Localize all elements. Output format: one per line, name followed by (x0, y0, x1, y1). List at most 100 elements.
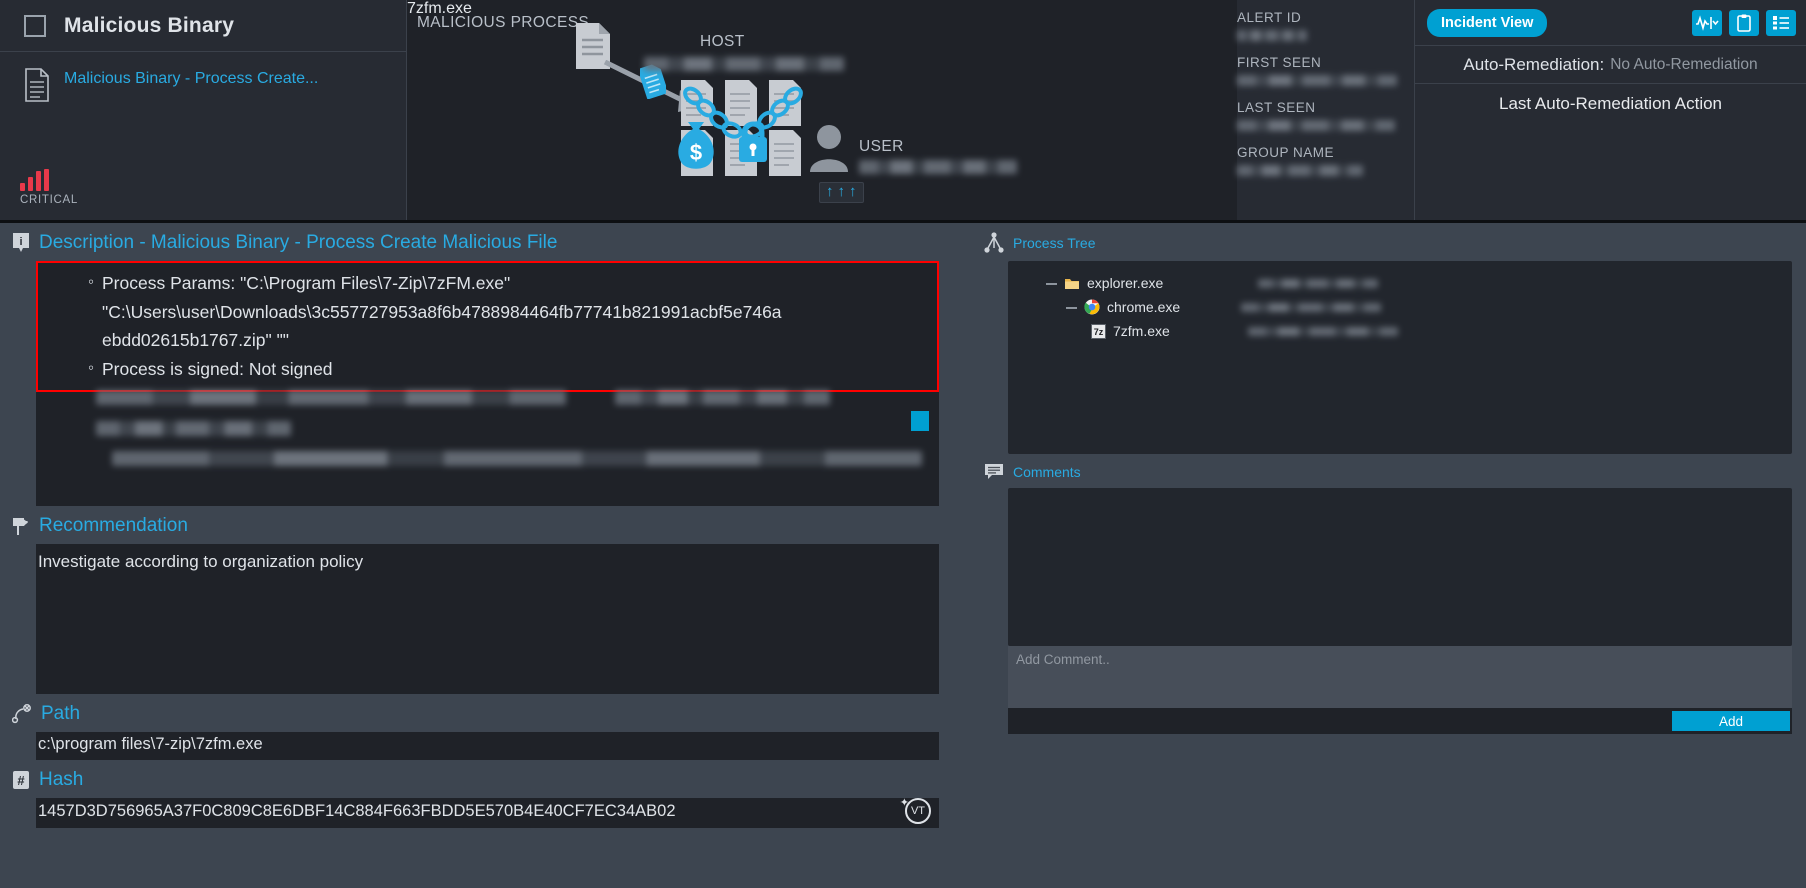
tree-node-label: explorer.exe (1087, 275, 1164, 291)
folder-icon (1065, 279, 1079, 289)
alert-subtitle-row: Malicious Binary - Process Create... (0, 52, 406, 169)
user-value-redacted (859, 160, 1017, 174)
attack-diagram: MALICIOUS PROCESS 7zfm.exe HOST $ USER ↑… (407, 0, 1237, 220)
meta-key: ALERT ID (1237, 10, 1302, 25)
process-tree-title: Process Tree (1013, 235, 1096, 251)
meta-value-redacted (1237, 75, 1397, 86)
add-comment-button[interactable]: Add (1672, 711, 1790, 731)
alert-title-row: Malicious Binary (0, 0, 406, 52)
meta-item: GROUP NAME (1237, 145, 1414, 181)
list-icon[interactable] (1766, 9, 1796, 36)
path-title: Path (41, 703, 81, 724)
tree-node-chrome[interactable]: chrome.exe (1008, 295, 1792, 319)
tree-meta-redacted (1241, 302, 1381, 312)
tree-meta-redacted (1258, 278, 1378, 288)
meta-value-redacted (1237, 30, 1307, 41)
host-value-redacted (644, 57, 844, 71)
svg-text:$: $ (690, 140, 702, 165)
tree-node-7zfm[interactable]: 7z 7zfm.exe (1008, 319, 1792, 343)
auto-remediation-value: No Auto-Remediation (1610, 55, 1758, 73)
comments-footer: Add (1008, 708, 1792, 734)
svg-text:7z: 7z (1094, 327, 1104, 337)
recommendation-panel: Investigate according to organization po… (36, 544, 939, 694)
add-comment-input[interactable]: Add Comment.. (1008, 646, 1792, 708)
last-auto-remediation-row[interactable]: Last Auto-Remediation Action (1415, 84, 1806, 124)
svg-text:#: # (17, 773, 25, 788)
incident-view-button[interactable]: Incident View (1427, 8, 1548, 37)
recommendation-flag-icon (13, 518, 28, 535)
process-tree-header: Process Tree (978, 223, 1792, 261)
left-column: i Description - Malicious Binary - Proce… (0, 223, 958, 888)
actions-panel: Incident View Auto-Remediation: No Auto-… (1414, 0, 1806, 220)
process-tree-panel: explorer.exe chrome.exe 7z 7zfm.exe (1008, 261, 1792, 454)
severity-indicator: CRITICAL (0, 169, 406, 220)
alert-subtitle-link[interactable]: Malicious Binary - Process Create... (64, 68, 318, 169)
hash-title: Hash (39, 769, 84, 790)
sevenzip-icon: 7z (1091, 323, 1106, 339)
collapse-toggle-icon[interactable] (1066, 302, 1077, 313)
detail-body: i Description - Malicious Binary - Proce… (0, 223, 1806, 888)
padlock-icon (739, 121, 767, 162)
clipboard-icon[interactable] (1729, 9, 1759, 36)
chrome-icon (1084, 299, 1100, 315)
user-label: USER (859, 138, 904, 155)
add-comment-placeholder: Add Comment.. (1016, 652, 1110, 667)
virustotal-badge[interactable]: VT (905, 798, 931, 824)
meta-item: FIRST SEEN (1237, 55, 1414, 91)
comments-title: Comments (1013, 464, 1081, 480)
list-item: ebdd02615b1767.zip" "" (102, 330, 289, 350)
redacted-line (96, 420, 291, 436)
path-node-icon (12, 704, 31, 724)
severity-bars-icon (20, 169, 382, 191)
collapse-toggle-icon[interactable] (1046, 278, 1057, 289)
description-panel: Process Params: "C:\Program Files\7-Zip\… (36, 261, 939, 506)
incident-detail-page: Malicious Binary Malicious Binary - Proc… (0, 0, 1806, 888)
list-item: Process Params: "C:\Program Files\7-Zip\… (36, 268, 939, 298)
comment-bubble-icon (985, 464, 1003, 479)
alert-select-checkbox[interactable] (24, 14, 46, 37)
tree-node-label: chrome.exe (1107, 299, 1181, 315)
comments-header: Comments (978, 454, 1792, 488)
meta-item: ALERT ID (1237, 10, 1414, 46)
description-list: Process Params: "C:\Program Files\7-Zip\… (36, 261, 939, 475)
hash-header: # Hash (0, 760, 958, 798)
malicious-process-label: MALICIOUS PROCESS (417, 14, 590, 31)
toolbar-icons (1692, 9, 1796, 36)
description-scroll-thumb[interactable] (911, 411, 929, 431)
alert-header: Malicious Binary Malicious Binary - Proc… (0, 0, 1806, 223)
hash-value: 1457D3D756965A37F0C809C8E6DBF14C884F663F… (38, 802, 676, 820)
path-header: Path (0, 694, 958, 732)
tree-meta-redacted (1248, 326, 1398, 336)
auto-remediation-row: Auto-Remediation: No Auto-Remediation (1415, 46, 1806, 84)
list-item: Process is signed: Not signed (36, 354, 939, 384)
comments-list-panel (1008, 488, 1792, 646)
meta-item: LAST SEEN (1237, 100, 1414, 136)
document-icon (24, 68, 50, 102)
list-item: "C:\Users\user\Downloads\3c557727953a8f6… (102, 301, 782, 322)
last-auto-remediation-label: Last Auto-Remediation Action (1498, 94, 1723, 113)
info-icon: i (13, 233, 29, 252)
meta-value-redacted (1237, 165, 1363, 176)
column-divider (958, 223, 978, 888)
severity-label: CRITICAL (20, 194, 78, 206)
path-value: c:\program files\7-zip\7zfm.exe (38, 735, 263, 753)
page-title: Malicious Binary (64, 13, 235, 37)
meta-key: LAST SEEN (1237, 100, 1316, 115)
hash-icon: # (13, 771, 29, 789)
alert-metadata-panel: ALERT ID FIRST SEEN LAST SEEN GROUP NAME (1237, 0, 1414, 220)
description-title: Description - Malicious Binary - Process… (39, 232, 558, 253)
right-column: Process Tree explorer.exe chrome.exe 7z … (978, 223, 1806, 888)
redacted-line (96, 390, 566, 405)
ransom-money-icon: $ (678, 122, 714, 169)
meta-key: FIRST SEEN (1237, 55, 1322, 70)
tree-node-label: 7zfm.exe (1113, 323, 1170, 339)
meta-key: GROUP NAME (1237, 145, 1335, 160)
redacted-line (614, 390, 830, 405)
escalation-arrows-icon: ↑ ↑ ↑ (819, 182, 864, 203)
description-header: i Description - Malicious Binary - Proce… (0, 223, 958, 261)
activity-chart-dropdown-icon[interactable] (1692, 9, 1722, 36)
host-label: HOST (700, 33, 745, 50)
tree-node-explorer[interactable]: explorer.exe (1008, 271, 1792, 295)
auto-remediation-label: Auto-Remediation: (1463, 54, 1605, 74)
redacted-line (112, 451, 922, 466)
